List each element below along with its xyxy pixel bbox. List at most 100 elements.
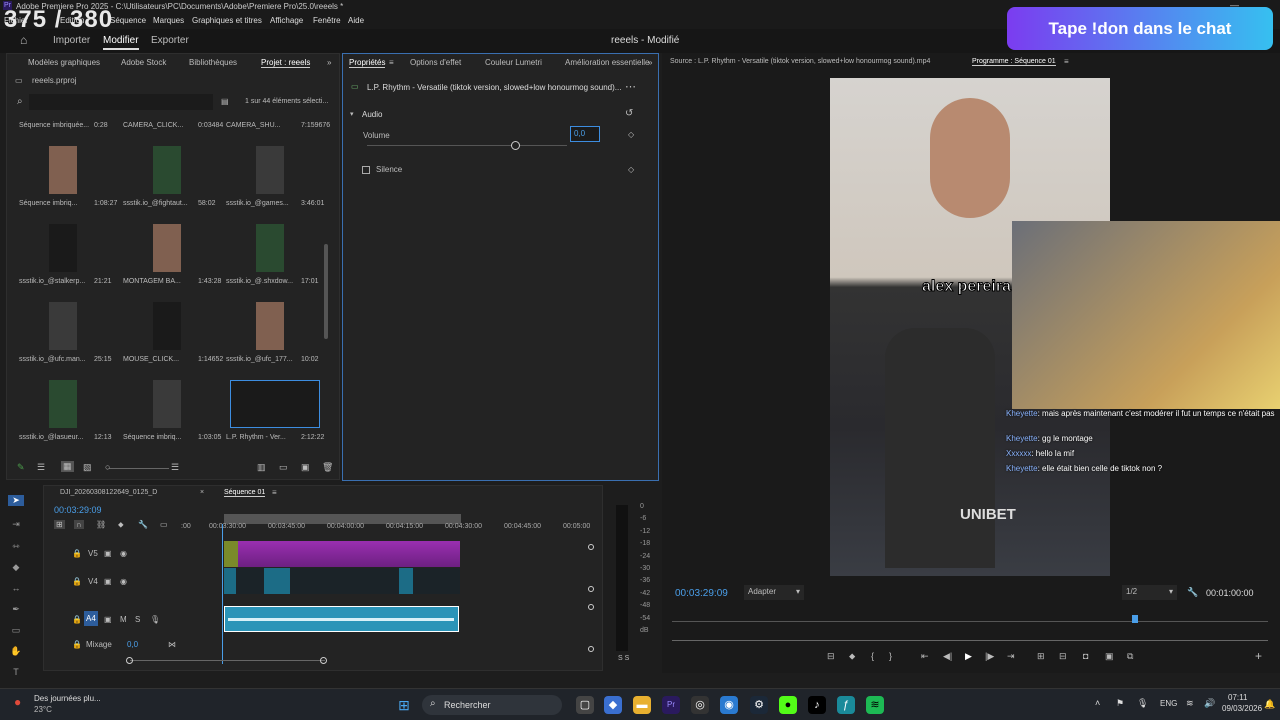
tab-modeles-graphiques[interactable]: Modèles graphiques: [28, 58, 100, 67]
volume-value-input[interactable]: 0,0: [570, 126, 600, 142]
app-icon[interactable]: ƒ: [837, 696, 855, 714]
media-item-name[interactable]: ssstik.io_@fightaut...: [123, 200, 188, 207]
search-box[interactable]: ⌕ Rechercher: [422, 695, 562, 715]
menu-sequence[interactable]: Séquence: [110, 16, 146, 25]
menu-marques[interactable]: Marques: [153, 16, 184, 25]
chrome-icon[interactable]: ◉: [720, 696, 738, 714]
comparison-icon[interactable]: ⧉: [1127, 651, 1133, 662]
tab-proprietes[interactable]: Propriétés: [349, 58, 386, 68]
tab-projet[interactable]: Projet : reeels: [261, 58, 311, 68]
add-button-icon[interactable]: +: [1255, 649, 1262, 663]
track-select-icon[interactable]: ⇥: [8, 519, 24, 530]
chevron-up-icon[interactable]: ˄: [1095, 698, 1100, 708]
media-item-name[interactable]: ssstik.io_@lasueur...: [19, 434, 83, 441]
media-item-name[interactable]: ssstik.io_@.shxdow...: [226, 278, 293, 285]
media-thumbnail[interactable]: [153, 224, 181, 272]
razor-icon[interactable]: ◆: [8, 562, 24, 573]
copilot-icon[interactable]: ◆: [604, 696, 622, 714]
panel-overflow-icon[interactable]: »: [327, 58, 331, 67]
silence-checkbox[interactable]: [362, 166, 370, 174]
sync-icon[interactable]: ▣: [104, 549, 112, 558]
fit-dropdown[interactable]: Adapter ▾: [744, 585, 804, 600]
lock-icon[interactable]: 🔒: [72, 549, 82, 558]
media-item-name[interactable]: CAMERA_CLICK...: [123, 122, 183, 129]
wrench-icon[interactable]: 🔧: [138, 520, 148, 529]
insert-icon[interactable]: ⊞: [1037, 651, 1045, 662]
tab-adobe-stock[interactable]: Adobe Stock: [121, 58, 166, 67]
media-item-name[interactable]: Séquence imbriq...: [123, 434, 181, 441]
clock-time[interactable]: 07:11: [1228, 693, 1247, 702]
mix-value[interactable]: 0,0: [127, 640, 138, 649]
tab-dji-sequence[interactable]: DJI_20260308122649_0125_D: [60, 489, 157, 496]
media-thumbnail[interactable]: [49, 302, 77, 350]
media-thumbnail[interactable]: [49, 380, 77, 428]
zoom-handle[interactable]: ○: [105, 462, 110, 472]
resolution-dropdown[interactable]: 1/2 ▾: [1122, 585, 1177, 600]
weather-text[interactable]: Des journées plu...: [34, 694, 101, 703]
menu-fenetre[interactable]: Fenêtre: [313, 16, 341, 25]
tab-amelioration[interactable]: Amélioration essentielle: [565, 58, 650, 67]
more-options-icon[interactable]: ⋯: [625, 80, 636, 93]
tab-couleur-lumetri[interactable]: Couleur Lumetri: [485, 58, 542, 67]
hand-icon[interactable]: ✋: [8, 646, 24, 657]
keyframe-icon[interactable]: ◇: [628, 165, 634, 174]
sort-icon[interactable]: ☰: [171, 462, 179, 473]
clip-v5-start[interactable]: [224, 541, 238, 567]
slip-icon[interactable]: ↔: [8, 583, 24, 593]
lift-icon[interactable]: ⊟: [827, 651, 835, 662]
track-name-a4[interactable]: A4: [84, 611, 98, 626]
scroll-handle[interactable]: [588, 646, 594, 652]
media-thumbnail[interactable]: [256, 224, 284, 272]
zoom-bar[interactable]: [672, 640, 1268, 641]
mark-out-icon[interactable]: }: [889, 651, 892, 661]
solo-icon[interactable]: S S: [618, 655, 629, 662]
media-thumbnail[interactable]: [256, 146, 284, 194]
snap-icon[interactable]: ∩: [74, 520, 84, 529]
go-to-in-icon[interactable]: ⇤: [921, 651, 929, 662]
hamburger-icon[interactable]: ≡: [272, 488, 277, 497]
step-forward-icon[interactable]: |▶: [985, 651, 994, 662]
tab-exporter[interactable]: Exporter: [151, 35, 189, 46]
scrollbar[interactable]: [324, 244, 328, 339]
clip-v4-b[interactable]: [264, 568, 290, 594]
lock-icon[interactable]: 🔒: [72, 640, 82, 649]
pencil-icon[interactable]: ✎: [17, 462, 25, 473]
mark-in-icon[interactable]: {: [871, 651, 874, 661]
nest-icon[interactable]: ⊞: [54, 520, 65, 529]
clip-v4-c[interactable]: [399, 568, 413, 594]
hamburger-icon[interactable]: ≡: [389, 58, 394, 67]
hamburger-icon[interactable]: ≡: [1064, 57, 1069, 66]
scroll-handle[interactable]: [588, 544, 594, 550]
media-item-name[interactable]: MONTAGEM BA...: [123, 278, 181, 285]
sync-icon[interactable]: ▣: [104, 577, 112, 586]
media-thumbnail[interactable]: [49, 224, 77, 272]
media-thumbnail[interactable]: [153, 146, 181, 194]
media-item-name[interactable]: Séquence imbriq...: [19, 200, 77, 207]
new-bin-icon[interactable]: ▭: [279, 462, 288, 473]
pen-icon[interactable]: ✒: [8, 604, 24, 615]
microphone-icon[interactable]: 🎙: [1137, 698, 1148, 709]
microphone-icon[interactable]: 🎙: [150, 615, 160, 624]
premiere-taskbar-icon[interactable]: Pr: [662, 696, 680, 714]
close-icon[interactable]: ×: [200, 489, 204, 496]
kick-icon[interactable]: ●: [779, 696, 797, 714]
zoom-slider[interactable]: [109, 468, 169, 469]
automate-icon[interactable]: ▥: [257, 462, 266, 473]
timeline-zoom-bar[interactable]: [130, 660, 325, 661]
media-item-name[interactable]: CAMERA_SHU...: [226, 122, 280, 129]
tab-source[interactable]: Source : L.P. Rhythm - Versatile (tiktok…: [670, 58, 930, 65]
lock-icon[interactable]: 🔒: [72, 577, 82, 586]
marker-icon[interactable]: ⬥: [118, 520, 124, 530]
media-item-name[interactable]: Séquence imbriquée...: [19, 122, 89, 129]
captions-icon[interactable]: ▭: [160, 520, 168, 529]
obs-icon[interactable]: ◎: [691, 696, 709, 714]
media-thumbnail[interactable]: [153, 302, 181, 350]
go-to-out-icon[interactable]: ⇥: [1007, 651, 1015, 662]
clip-v4[interactable]: [224, 568, 460, 594]
media-thumbnail[interactable]: [230, 380, 320, 428]
multicam-icon[interactable]: ▣: [1105, 651, 1114, 662]
new-item-icon[interactable]: ▣: [301, 462, 310, 473]
zoom-handle-right[interactable]: [320, 657, 327, 664]
trash-icon[interactable]: 🗑: [322, 462, 333, 473]
search-input[interactable]: [29, 94, 213, 110]
